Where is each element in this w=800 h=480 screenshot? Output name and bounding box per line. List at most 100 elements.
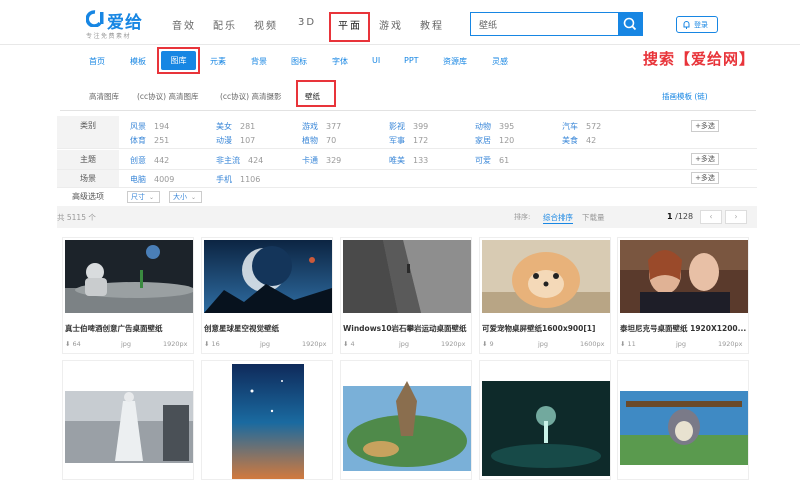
filter-option[interactable]: 可爱 61 bbox=[475, 155, 509, 166]
wallpaper-card[interactable]: Windows10岩石攀岩运动桌面壁纸 ⬇ 4 jpg 1920px bbox=[340, 237, 472, 354]
filter-option[interactable]: 体育 251 bbox=[130, 135, 169, 146]
filter-advanced-label: 高级选项 bbox=[57, 188, 119, 206]
wallpaper-card[interactable]: 真士伯啤酒创意广告桌面壁纸 ⬇ 64 jpg 1920px bbox=[62, 237, 194, 354]
wallpaper-thumbnail[interactable] bbox=[63, 361, 194, 480]
filter-option[interactable]: 影视 399 bbox=[389, 121, 428, 132]
top-nav-3d[interactable]: 3D bbox=[298, 17, 316, 28]
wallpaper-thumbnail[interactable] bbox=[204, 240, 332, 313]
multi-select-button[interactable]: +多选 bbox=[691, 153, 719, 165]
wallpaper-thumbnail[interactable] bbox=[482, 240, 610, 313]
filter-option[interactable]: 动漫 107 bbox=[216, 135, 255, 146]
filter-option[interactable]: 创意 442 bbox=[130, 155, 169, 166]
filter-option[interactable]: 植物 70 bbox=[302, 135, 336, 146]
filter-theme-label: 主题 bbox=[57, 150, 119, 169]
filter-option[interactable]: 卡通 329 bbox=[302, 155, 341, 166]
search-box bbox=[470, 12, 643, 36]
size-dropdown[interactable]: 尺寸 ⌄ bbox=[127, 191, 160, 203]
wallpaper-title[interactable]: 真士伯啤酒创意广告桌面壁纸 bbox=[65, 323, 193, 334]
top-nav-music[interactable]: 配乐 bbox=[213, 17, 237, 32]
filter-scene-label: 场景 bbox=[57, 170, 119, 187]
user-icon bbox=[683, 21, 690, 29]
sub-nav-element[interactable]: 元素 bbox=[210, 56, 226, 67]
top-nav-tutorial[interactable]: 教程 bbox=[420, 17, 444, 32]
filter-option[interactable]: 动物 395 bbox=[475, 121, 514, 132]
tab-cc-gallery[interactable]: (cc协议) 高清图库 bbox=[137, 91, 198, 102]
sub-nav-ppt[interactable]: PPT bbox=[404, 56, 419, 65]
filter-option[interactable]: 唯美 133 bbox=[389, 155, 428, 166]
wallpaper-title[interactable]: Windows10岩石攀岩运动桌面壁纸 bbox=[343, 323, 471, 334]
wallpaper-card[interactable] bbox=[617, 360, 749, 480]
sub-nav-background[interactable]: 背景 bbox=[251, 56, 267, 67]
tab-right-link[interactable]: 插画模板 (链) bbox=[662, 91, 708, 102]
chevron-down-icon: ⌄ bbox=[191, 194, 197, 201]
top-nav-sound[interactable]: 音效 bbox=[172, 17, 196, 32]
wallpaper-thumbnail[interactable] bbox=[202, 361, 333, 480]
highlight-box-gallery bbox=[157, 47, 200, 74]
filter-category: 类别 风景 194 美女 281 游戏 377 影视 399 动物 395 汽车 572 体… bbox=[57, 116, 757, 149]
filter-option[interactable]: 非主流 424 bbox=[216, 155, 263, 166]
search-input[interactable] bbox=[471, 13, 619, 35]
filter-option[interactable]: 军事 172 bbox=[389, 135, 428, 146]
wallpaper-title[interactable]: 创意星球星空视觉壁纸 bbox=[204, 323, 332, 334]
sub-nav-ui[interactable]: UI bbox=[372, 56, 380, 65]
wallpaper-size: 1920px bbox=[441, 340, 466, 348]
download-count: ⬇ 4 bbox=[343, 340, 355, 348]
wallpaper-thumbnail[interactable] bbox=[343, 240, 471, 313]
top-nav-game[interactable]: 游戏 bbox=[379, 17, 403, 32]
wallpaper-card[interactable]: 可爱宠物桌屏壁纸1600x900[1] ⬇ 9 jpg 1600px bbox=[479, 237, 611, 354]
prev-page-button[interactable]: ‹ bbox=[700, 210, 722, 224]
filter-option[interactable]: 游戏 377 bbox=[302, 121, 341, 132]
scale-dropdown[interactable]: 大小 ⌄ bbox=[169, 191, 202, 203]
site-logo[interactable]: 爱给 专注免费素材 bbox=[86, 7, 150, 40]
sub-nav-resource[interactable]: 资源库 bbox=[443, 56, 467, 67]
filter-option[interactable]: 汽车 572 bbox=[562, 121, 601, 132]
wallpaper-card[interactable]: 创意星球星空视觉壁纸 ⬇ 16 jpg 1920px bbox=[201, 237, 333, 354]
filter-option[interactable]: 美女 281 bbox=[216, 121, 255, 132]
wallpaper-thumbnail[interactable] bbox=[480, 361, 611, 480]
tab-divider bbox=[60, 110, 756, 111]
download-count: ⬇ 9 bbox=[482, 340, 494, 348]
wallpaper-title[interactable]: 泰坦尼克号桌面壁纸 1920X1200... bbox=[620, 323, 748, 334]
top-nav-video[interactable]: 视频 bbox=[254, 17, 278, 32]
logo-mark-icon bbox=[86, 10, 104, 27]
download-count: ⬇ 64 bbox=[65, 340, 81, 348]
wallpaper-thumbnail[interactable] bbox=[618, 361, 749, 480]
filter-option[interactable]: 风景 194 bbox=[130, 121, 169, 132]
wallpaper-thumbnail[interactable] bbox=[65, 240, 193, 313]
multi-select-button[interactable]: +多选 bbox=[691, 120, 719, 132]
logo-subtitle: 专注免费素材 bbox=[86, 33, 132, 40]
search-button[interactable] bbox=[618, 13, 642, 35]
filter-option[interactable]: 手机 1106 bbox=[216, 174, 260, 185]
filter-option[interactable]: 电脑 4009 bbox=[130, 174, 174, 185]
sub-nav-home[interactable]: 首页 bbox=[89, 56, 105, 67]
tab-cc-photo[interactable]: (cc协议) 高清摄影 bbox=[220, 91, 281, 102]
multi-select-button[interactable]: +多选 bbox=[691, 172, 719, 184]
next-page-button[interactable]: › bbox=[725, 210, 747, 224]
wallpaper-card[interactable] bbox=[201, 360, 333, 480]
sort-downloads[interactable]: 下载量 bbox=[582, 212, 605, 223]
filter-advanced: 高级选项 bbox=[57, 188, 757, 206]
result-bar: 共 5115 个 排序: 综合排序 下载量 1 /128 ‹ › bbox=[57, 206, 757, 228]
wallpaper-card[interactable] bbox=[479, 360, 611, 480]
login-button[interactable]: 登录 bbox=[676, 16, 718, 33]
tab-hd-gallery[interactable]: 高清图库 bbox=[89, 91, 119, 102]
wallpaper-format: jpg bbox=[399, 340, 410, 348]
sub-nav-icon[interactable]: 图标 bbox=[291, 56, 307, 67]
wallpaper-card[interactable] bbox=[62, 360, 194, 480]
filter-option[interactable]: 美食 42 bbox=[562, 135, 596, 146]
wallpaper-card[interactable]: 泰坦尼克号桌面壁纸 1920X1200... ⬇ 11 jpg 1920px bbox=[617, 237, 749, 354]
sub-nav-template[interactable]: 模板 bbox=[130, 56, 146, 67]
sub-nav-inspiration[interactable]: 灵感 bbox=[492, 56, 508, 67]
filter-option[interactable]: 家居 120 bbox=[475, 135, 514, 146]
wallpaper-size: 1600px bbox=[580, 340, 605, 348]
sort-comprehensive[interactable]: 综合排序 bbox=[543, 212, 573, 224]
page-indicator: 1 /128 bbox=[667, 212, 694, 221]
wallpaper-card[interactable] bbox=[340, 360, 472, 480]
wallpaper-thumbnail[interactable] bbox=[620, 240, 748, 313]
wallpaper-title[interactable]: 可爱宠物桌屏壁纸1600x900[1] bbox=[482, 323, 610, 334]
wallpaper-thumbnail[interactable] bbox=[341, 361, 472, 480]
top-divider bbox=[0, 44, 800, 45]
highlight-box-graphic bbox=[329, 12, 370, 42]
wallpaper-format: jpg bbox=[538, 340, 549, 348]
sub-nav-font[interactable]: 字体 bbox=[332, 56, 348, 67]
